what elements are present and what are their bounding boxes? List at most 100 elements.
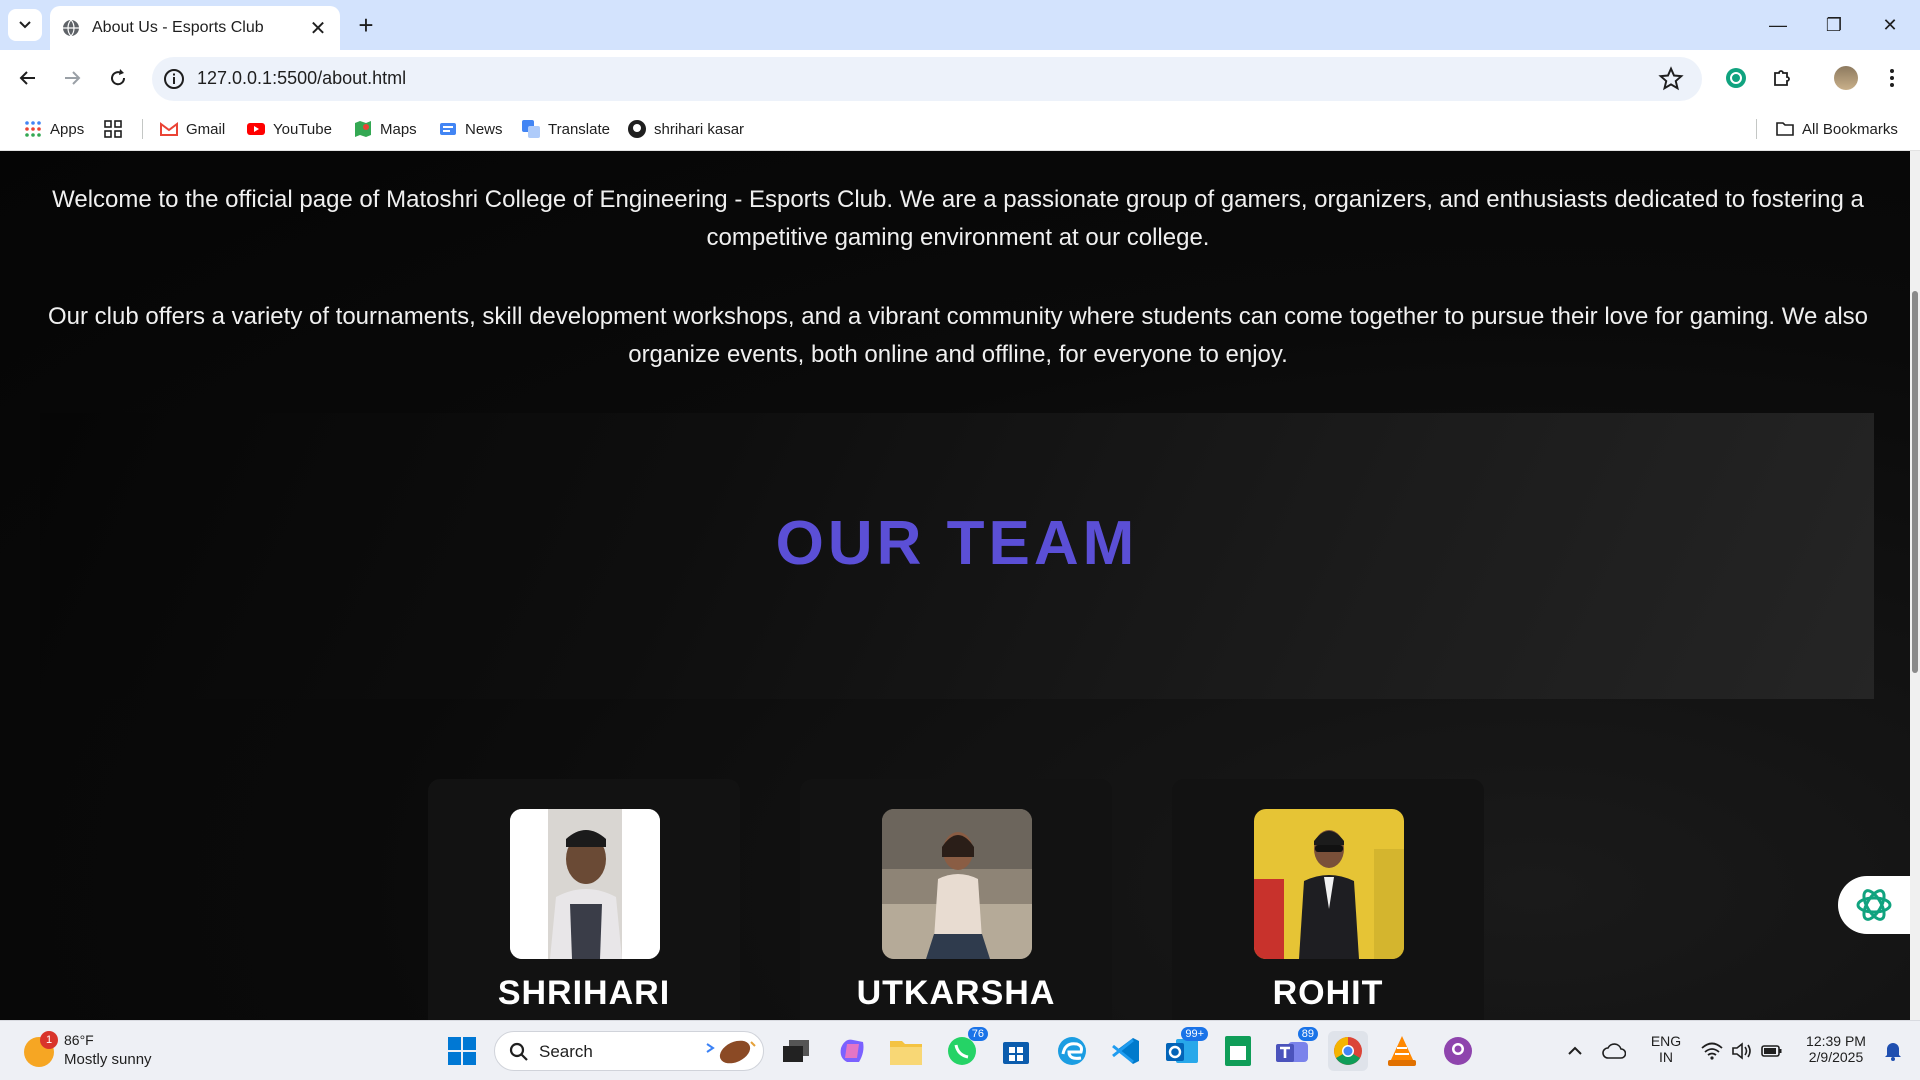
- browser-tab-bar: About Us - Esports Club ✕ + — ❐ ✕: [0, 0, 1920, 50]
- scrollbar-thumb[interactable]: [1912, 291, 1918, 673]
- intro-paragraph: Our club offers a variety of tournaments…: [47, 303, 1868, 368]
- windows-icon: [448, 1037, 476, 1065]
- bookmark-github[interactable]: shrihari kasar: [628, 116, 744, 142]
- whatsapp-badge: 76: [967, 1027, 988, 1041]
- gmail-icon: [160, 122, 178, 136]
- language-code: ENG: [1650, 1033, 1682, 1049]
- avatar: [1834, 66, 1858, 90]
- copilot-button[interactable]: [832, 1031, 872, 1071]
- address-bar[interactable]: 127.0.0.1:5500/about.html: [152, 57, 1702, 101]
- outlook-badge: 99+: [1181, 1027, 1208, 1041]
- team-title: OUR TEAM: [775, 509, 1139, 578]
- openai-icon: [1726, 68, 1746, 88]
- page-scrollbar[interactable]: [1910, 151, 1920, 1020]
- football-icon: [706, 1040, 756, 1064]
- outlook-button[interactable]: 99+: [1162, 1027, 1208, 1071]
- folder-icon: [890, 1041, 922, 1065]
- github-desktop-button[interactable]: [1438, 1031, 1478, 1071]
- microsoft-store-button[interactable]: [996, 1031, 1036, 1071]
- whatsapp-button[interactable]: 76: [942, 1027, 988, 1071]
- chevron-up-icon: [1568, 1046, 1582, 1055]
- browser-tab-active[interactable]: About Us - Esports Club ✕: [50, 6, 340, 50]
- star-icon[interactable]: [1658, 66, 1684, 92]
- profile-button[interactable]: [1828, 60, 1864, 96]
- quick-settings-button[interactable]: [1694, 1031, 1790, 1071]
- weather-widget[interactable]: 1 86°F Mostly sunny: [24, 1029, 174, 1073]
- sheets-icon: [1225, 1036, 1251, 1066]
- wifi-icon: [1701, 1042, 1723, 1060]
- restore-button[interactable]: ❐: [1806, 0, 1862, 50]
- region-code: IN: [1659, 1049, 1673, 1065]
- bookmark-label: Maps: [380, 120, 417, 138]
- bookmark-label: YouTube: [273, 120, 332, 138]
- close-tab-icon[interactable]: ✕: [308, 16, 328, 41]
- bookmark-label: Translate: [548, 120, 610, 138]
- chatgpt-floating-button[interactable]: [1838, 876, 1910, 934]
- url-text[interactable]: 127.0.0.1:5500/about.html: [197, 68, 406, 89]
- vscode-button[interactable]: [1106, 1031, 1146, 1071]
- tab-title: About Us - Esports Club: [92, 19, 264, 36]
- bookmark-gmail[interactable]: Gmail: [160, 116, 225, 142]
- all-bookmarks-button[interactable]: All Bookmarks: [1776, 116, 1898, 142]
- clock[interactable]: 12:39 PM 2/9/2025: [1796, 1033, 1876, 1065]
- back-button[interactable]: [10, 60, 46, 96]
- start-button[interactable]: [442, 1031, 482, 1071]
- browser-menu-button[interactable]: [1874, 60, 1910, 96]
- notifications-button[interactable]: [1878, 1031, 1908, 1071]
- forward-button[interactable]: [54, 60, 90, 96]
- google-sheets-button[interactable]: [1218, 1031, 1258, 1071]
- extensions-button[interactable]: [1764, 60, 1800, 96]
- bookmark-news[interactable]: News: [439, 116, 503, 142]
- edge-button[interactable]: [1052, 1031, 1092, 1071]
- search-label: Search: [539, 1042, 593, 1061]
- language-indicator[interactable]: ENG IN: [1646, 1033, 1686, 1065]
- speaker-icon: [1732, 1042, 1751, 1060]
- maps-icon: [355, 121, 371, 137]
- member-photo: [882, 809, 1032, 959]
- team-member-card[interactable]: ROHIT: [1172, 779, 1484, 1020]
- browser-toolbar: 127.0.0.1:5500/about.html: [0, 50, 1920, 108]
- file-explorer-button[interactable]: [886, 1031, 926, 1071]
- all-bookmarks-label: All Bookmarks: [1802, 120, 1898, 138]
- bookmark-translate[interactable]: Translate: [522, 116, 610, 142]
- grid-icon: [104, 120, 122, 138]
- teams-badge: 89: [1297, 1027, 1318, 1041]
- bookmark-youtube[interactable]: YouTube: [247, 116, 332, 142]
- task-view-icon: [783, 1040, 809, 1062]
- bookmark-tab-groups[interactable]: [104, 116, 130, 142]
- page-viewport: Welcome to the official page of Matoshri…: [0, 151, 1920, 1020]
- vlc-button[interactable]: [1382, 1031, 1422, 1071]
- github-desktop-icon: [1444, 1037, 1472, 1065]
- team-member-card[interactable]: SHRIHARI: [428, 779, 740, 1020]
- bookmark-maps[interactable]: Maps: [354, 116, 417, 142]
- edge-icon: [1058, 1037, 1086, 1065]
- reload-button[interactable]: [100, 60, 136, 96]
- bookmark-apps[interactable]: Apps: [24, 116, 84, 142]
- info-icon[interactable]: [162, 67, 186, 91]
- bell-icon: [1885, 1043, 1901, 1061]
- vscode-icon: [1112, 1038, 1139, 1064]
- minimize-button[interactable]: —: [1750, 0, 1806, 50]
- bookmark-label: Gmail: [186, 120, 226, 138]
- news-icon: [440, 123, 456, 135]
- chrome-button[interactable]: [1328, 1031, 1368, 1071]
- apps-grid-icon: [25, 121, 41, 137]
- task-view-button[interactable]: [776, 1031, 816, 1071]
- tab-search-button[interactable]: [8, 9, 42, 41]
- arrow-right-icon: [65, 71, 81, 85]
- onedrive-button[interactable]: [1598, 1031, 1630, 1071]
- bookmarks-divider: [142, 119, 143, 139]
- taskbar-search[interactable]: Search: [494, 1031, 764, 1071]
- close-window-button[interactable]: ✕: [1862, 0, 1918, 50]
- weather-badge: 1: [40, 1031, 58, 1049]
- show-hidden-icons-button[interactable]: [1560, 1031, 1590, 1071]
- new-tab-button[interactable]: +: [350, 9, 382, 41]
- team-member-card[interactable]: UTKARSHA: [800, 779, 1112, 1020]
- chatgpt-extension-button[interactable]: [1718, 60, 1754, 96]
- bookmarks-bar: Apps Gmail YouTube Maps News Translate s…: [0, 108, 1920, 151]
- bookmark-label: News: [465, 120, 503, 138]
- teams-button[interactable]: 89: [1272, 1027, 1318, 1071]
- youtube-icon: [247, 123, 265, 135]
- cloud-icon: [1602, 1043, 1626, 1059]
- team-banner: OUR TEAM: [40, 413, 1874, 699]
